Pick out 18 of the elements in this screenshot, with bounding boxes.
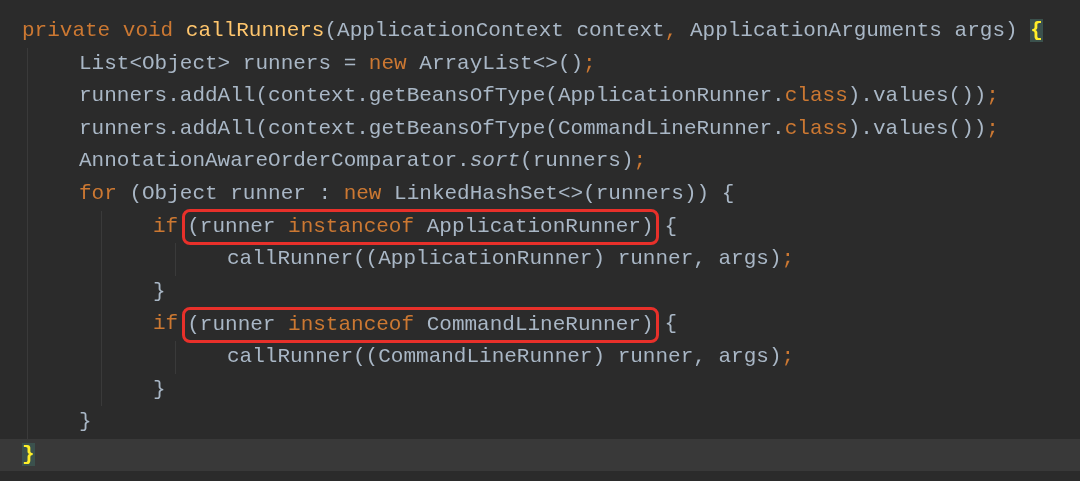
highlight-box: (runner instanceof ApplicationRunner) xyxy=(182,208,659,245)
code-text: private void callRunners(ApplicationContext context, ApplicationArguments args) { xyxy=(22,18,1043,44)
code-text: if xyxy=(153,213,179,240)
code-text: if xyxy=(153,311,179,338)
code-text: for (Object runner : new LinkedHashSet<>(runners)) { xyxy=(79,180,735,207)
code-text: } xyxy=(22,441,35,468)
highlight-box: (runner instanceof CommandLineRunner) xyxy=(182,306,659,343)
code-text: callRunner((ApplicationRunner) runner, args); xyxy=(227,246,795,273)
code-text: } xyxy=(79,409,92,436)
code-text: { xyxy=(664,311,678,338)
code-text: runners.addAll(context.getBeansOfType(ApplicationRunner.class).values()); xyxy=(79,83,999,110)
code-text: } xyxy=(153,278,166,305)
code-text: runners.addAll(context.getBeansOfType(CommandLineRunner.class).values()); xyxy=(79,115,999,142)
code-text: List<Object> runners = new ArrayList<>(); xyxy=(79,50,596,77)
code-text: callRunner((CommandLineRunner) runner, args); xyxy=(227,343,795,370)
code-text: { xyxy=(664,213,678,240)
code-text: AnnotationAwareOrderComparator.sort(runners); xyxy=(79,148,647,175)
code-text: } xyxy=(153,376,166,403)
